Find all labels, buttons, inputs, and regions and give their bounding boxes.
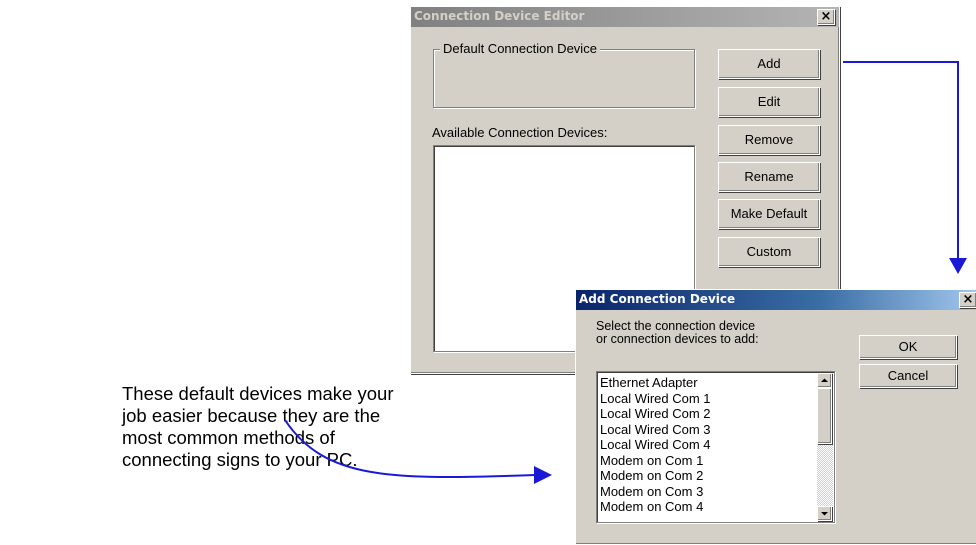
- scroll-up-button[interactable]: [817, 373, 832, 388]
- scroll-down-icon: [821, 512, 828, 516]
- editor-title: Connection Device Editor: [414, 9, 585, 23]
- list-item[interactable]: Local Wired Com 3: [597, 422, 815, 438]
- available-devices-label: Available Connection Devices:: [432, 125, 608, 140]
- list-item[interactable]: Modem on Com 1: [597, 453, 815, 469]
- list-item[interactable]: Ethernet Adapter: [597, 375, 815, 391]
- rename-button[interactable]: Rename: [718, 162, 820, 192]
- custom-button[interactable]: Custom: [718, 237, 820, 267]
- remove-button[interactable]: Remove: [718, 125, 820, 155]
- device-list: Ethernet Adapter Local Wired Com 1 Local…: [597, 375, 815, 515]
- prompt-line-1: Select the connection device: [596, 319, 756, 333]
- editor-titlebar[interactable]: Connection Device Editor ×: [411, 7, 839, 27]
- scroll-thumb[interactable]: [817, 388, 832, 444]
- list-item[interactable]: Local Wired Com 4: [597, 437, 815, 453]
- ok-button[interactable]: OK: [859, 335, 957, 359]
- scroll-up-icon: [821, 378, 828, 382]
- list-item[interactable]: Modem on Com 3: [597, 484, 815, 500]
- list-item[interactable]: Local Wired Com 1: [597, 391, 815, 407]
- annotation-text: These default devices make your job easi…: [122, 383, 394, 470]
- add-dialog-title: Add Connection Device: [579, 292, 736, 306]
- device-listbox[interactable]: Ethernet Adapter Local Wired Com 1 Local…: [596, 371, 835, 523]
- arrow-add-to-dialog: [843, 61, 967, 274]
- editor-close-icon[interactable]: ×: [817, 9, 835, 25]
- list-item[interactable]: Modem on Com 4: [597, 499, 815, 515]
- default-device-groupbox: Default Connection Device: [433, 41, 695, 108]
- add-dialog-titlebar[interactable]: Add Connection Device ×: [576, 290, 976, 310]
- list-scrollbar[interactable]: [817, 373, 833, 521]
- add-button[interactable]: Add: [718, 49, 820, 79]
- scroll-down-button[interactable]: [817, 506, 832, 521]
- add-connection-device-window: Add Connection Device × Select the conne…: [575, 289, 976, 545]
- default-device-label: Default Connection Device: [440, 41, 600, 56]
- list-item[interactable]: Local Wired Com 2: [597, 406, 815, 422]
- add-dialog-close-icon[interactable]: ×: [959, 292, 976, 308]
- make-default-button[interactable]: Make Default: [718, 199, 820, 229]
- edit-button[interactable]: Edit: [718, 87, 820, 117]
- cancel-button[interactable]: Cancel: [859, 364, 957, 388]
- list-item[interactable]: Modem on Com 2: [597, 468, 815, 484]
- prompt-line-2: or connection devices to add:: [596, 332, 759, 346]
